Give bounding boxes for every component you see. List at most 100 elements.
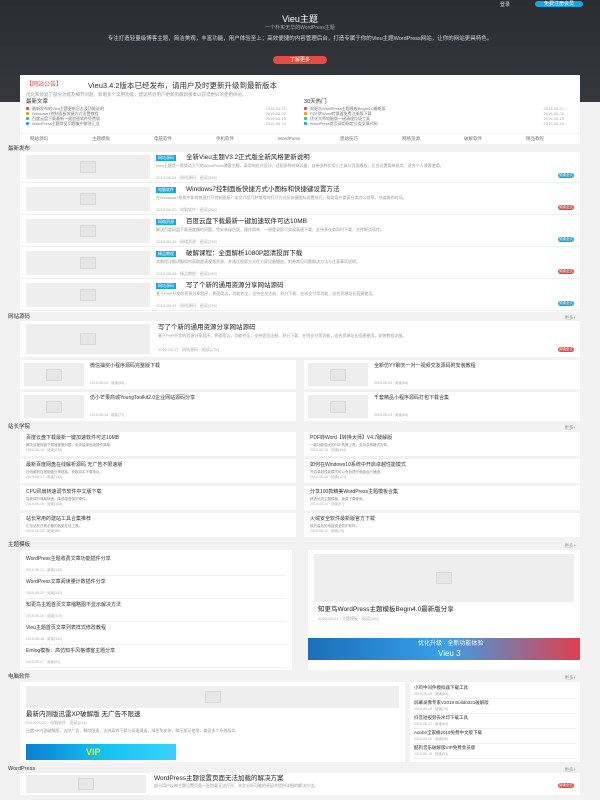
tips-more-link[interactable]: 更多+ (564, 425, 576, 431)
article-title[interactable]: Windows7控制面板快捷方式小图标和快捷键设置方法 (186, 186, 339, 194)
list-item-title[interactable]: 抖音短视频去水印下载工具 (414, 715, 576, 720)
login-link[interactable]: 登录 (500, 2, 510, 8)
read-more-button[interactable]: 阅读全文 (558, 237, 574, 242)
register-button[interactable]: 免费注册会员 (535, 1, 583, 7)
category-link[interactable]: 电脑软件 (154, 136, 172, 142)
list-card-title[interactable]: 百度云盘下载最新一键加速软件可达10MB (26, 435, 290, 441)
list-card[interactable]: 全新仿YY聊天一对一视频交友源码附安装教程 2019-05-15 · 阅读(86) (304, 360, 580, 389)
learn-more-button[interactable]: 了解更多 (273, 56, 327, 64)
source-featured-read-more[interactable]: 阅读全文 (558, 347, 574, 352)
notice-list-item[interactable]: WordPress主题常见问题集中解答汇总 2019-05-18 (26, 121, 296, 126)
list-item[interactable]: 酷狗音乐破解版VIP免费会员版 2019-05-15 · 阅读(51) (414, 744, 576, 759)
read-more-button[interactable]: 阅读全文 (558, 173, 574, 178)
list-item[interactable]: 小鸡中间件模拟器下载工具 2019-05-19 · 阅读(88) (414, 684, 576, 699)
list-card[interactable]: 最新百度网盘在线解析源码 无广告不限速版 在线解析百度网盘分享链接，获取真实下载地… (20, 459, 296, 483)
list-card[interactable]: CPU风扇转速调节软件中文版下载 智能调节风扇转速，降低噪音保护硬件。 2019-0… (20, 486, 296, 510)
source-featured[interactable]: 写了个新的通用资源分享网站源码 基于PHP开发的资源分享程序，界面简洁，功能齐全… (20, 321, 580, 357)
category-link[interactable]: 精品教程 (526, 136, 544, 142)
list-item-title[interactable]: Vieu主题首页文章列表样式修改教程 (26, 625, 286, 631)
list-card[interactable]: 分享100款精美WordPress主题模板合集 精选优质主题模板，免费下载使用。 2… (304, 486, 580, 510)
list-item-meta: 2019-05-19 · 阅读(119) (26, 614, 62, 618)
article-card[interactable]: 网站源码 全新Vieu主题V3.2正式版全新风格更新说明 Vieu主题是一款简洁大气… (20, 152, 580, 183)
list-card-title[interactable]: 分享100款精美WordPress主题模板合集 (310, 489, 574, 495)
list-card[interactable]: 微信抽奖小程序源码完整版下载 2019-05-16 · 阅读(98) (20, 360, 296, 389)
notice-item-text[interactable]: WordPress首页调用指定分类文章代码 (310, 121, 378, 126)
list-item[interactable]: Emlog模板：高仿知乎风格博客主题分享 2019-05-17 · 阅读(90) (26, 646, 286, 668)
article-category-badge[interactable]: 网站源码 (156, 283, 176, 289)
list-card-title[interactable]: 千套精品小程序源码打包下载合集 (374, 395, 574, 401)
list-item-title[interactable]: WordPress文章阅读量计数插件分享 (26, 579, 286, 585)
source-featured-title[interactable]: 写了个新的通用资源分享网站源码 (158, 324, 256, 332)
list-card[interactable]: 火绒安全软件最新版官方下载 轻巧高效的电脑安全防护软件。 2019-05-12 · … (304, 513, 580, 537)
category-link[interactable]: 网络资源 (402, 136, 420, 142)
list-item[interactable]: WordPress主题收费文章功能插件分享 2019-05-21 · 阅读(143… (26, 554, 286, 576)
themes-promo-banner[interactable]: 优化升级 · 全新功能体验 Vieu 3 (308, 638, 580, 660)
list-item-title[interactable]: Adobe全家桶2019免费中文版下载 (414, 730, 576, 735)
article-category-badge[interactable]: 网络资源 (156, 219, 176, 225)
list-item-title[interactable]: Emlog模板：高仿知乎风格博客主题分享 (26, 648, 286, 654)
article-card[interactable]: 精品教程 破解课程：全面解析1080P超清投屏下载 本教程详细讲解如何获取超清视频资… (20, 248, 580, 279)
list-item[interactable]: WordPress文章阅读量计数插件分享 2019-05-20 · 阅读(131) (26, 577, 286, 599)
wordpress-more-link[interactable]: 更多+ (564, 767, 576, 773)
category-link[interactable]: 主题模板 (92, 136, 110, 142)
list-item[interactable]: 抖音短视频去水印下载工具 2019-05-17 · 阅读(69) (414, 714, 576, 729)
list-item-title[interactable]: 知更鸟主题首页文章缩略图不显示解决方法 (26, 602, 286, 608)
article-category-badge[interactable]: 电脑软件 (156, 187, 176, 193)
list-card-title[interactable]: 站长常用的建站工具合集推荐 (26, 516, 290, 522)
list-card-title[interactable]: 如何在Windows10系统中开启卓越性能模式 (310, 462, 574, 468)
article-category-badge[interactable]: 网站源码 (156, 155, 176, 161)
themes-featured[interactable]: 知更鸟WordPress主题模板Begin4.0最新版分享 2019-05-21… (308, 550, 580, 670)
category-link[interactable]: WordPress (278, 136, 300, 142)
read-more-button[interactable]: 阅读全文 (558, 205, 574, 210)
list-item[interactable]: 知更鸟主题首页文章缩略图不显示解决方法 2019-05-19 · 阅读(119) (26, 600, 286, 622)
wordpress-featured-read-more[interactable]: 阅读全文 (558, 783, 574, 788)
list-item-title[interactable]: 酷狗音乐破解版VIP免费会员版 (414, 745, 576, 750)
themes-more-link[interactable]: 更多+ (564, 543, 576, 549)
read-more-button[interactable]: 阅读全文 (558, 301, 574, 306)
list-card-title[interactable]: 最新百度网盘在线解析源码 无广告不限速版 (26, 462, 290, 468)
article-title[interactable]: 破解课程：全面解析1080P超清投屏下载 (186, 250, 302, 258)
list-item[interactable]: 屏幕录像专家V2019 Build0321破解版 2019-05-18 · 阅读(… (414, 699, 576, 714)
software-ad-banner[interactable]: VIP (26, 744, 176, 760)
list-item-title[interactable]: 屏幕录像专家V2019 Build0321破解版 (414, 700, 576, 705)
software-featured-title[interactable]: 最新内测版迅雷XP破解版 无广告不限速 (26, 711, 140, 719)
category-link[interactable]: 破解软件 (464, 136, 482, 142)
notice-list-item[interactable]: WordPress首页调用指定分类文章代码 2019-05-18 (304, 121, 574, 126)
article-title[interactable]: 全新Vieu主题V3.2正式版全新风格更新说明 (186, 154, 310, 162)
read-more-button[interactable]: 阅读全文 (558, 269, 574, 274)
notice-headline[interactable]: Vieu3.4.2版本已经发布，请用户及时更新升级到最新版本 (88, 81, 277, 90)
list-item[interactable]: Vieu主题首页文章列表样式修改教程 2019-05-18 · 阅读(102) (26, 623, 286, 645)
list-card-title[interactable]: PDF转Word【转换大师】V4.7破解版 (310, 435, 574, 441)
source-more-link[interactable]: 更多+ (564, 315, 576, 321)
list-card[interactable]: 站长常用的建站工具合集推荐 汇总站长日常必备的各类在线工具。 2019-05-13 … (20, 513, 296, 537)
list-card-title[interactable]: 微信抽奖小程序源码完整版下载 (90, 363, 290, 369)
software-more-link[interactable]: 更多+ (564, 675, 576, 681)
list-item-title[interactable]: WordPress主题收费文章功能插件分享 (26, 556, 286, 562)
list-card-title[interactable]: 仿小芒果商城YoungToolkit2.0企业网站源码分享 (90, 395, 290, 401)
article-card[interactable]: 网络资源 百度云盘下载最新一键加速软件可达10MB 解决百度网盘下载速度慢的问题，免… (20, 216, 580, 247)
list-card[interactable]: 千套精品小程序源码打包下载合集 2019-05-13 · 阅读(65) (304, 392, 580, 421)
themes-featured-title[interactable]: 知更鸟WordPress主题模板Begin4.0最新版分享 (318, 606, 454, 614)
list-card[interactable]: 仿小芒果商城YoungToolkit2.0企业网站源码分享 2019-05-14 … (20, 392, 296, 421)
list-card[interactable]: PDF转Word【转换大师】V4.7破解版 一款功能强大的PDF转换工具，支持多种… (304, 432, 580, 456)
category-link[interactable]: 建站技巧 (340, 136, 358, 142)
notice-item-text[interactable]: WordPress主题常见问题集中解答汇总 (32, 121, 100, 126)
article-card[interactable]: 电脑软件 Windows7控制面板快捷方式小图标和快捷键设置方法 在Windows7… (20, 184, 580, 215)
article-category-badge[interactable]: 精品教程 (156, 251, 176, 257)
wordpress-featured[interactable]: WordPress主题设置页面无法加载的解决方案 部分用户反映主题设置页面一直加… (20, 773, 580, 795)
list-item[interactable]: Adobe全家桶2019免费中文版下载 2019-05-16 · 阅读(58) (414, 729, 576, 744)
list-item-title[interactable]: 小鸡中间件模拟器下载工具 (414, 685, 576, 690)
category-link[interactable]: 手机软件 (216, 136, 234, 142)
software-featured[interactable]: 最新内测版迅雷XP破解版 无广告不限速 2019-05-20 · 电脑软件 · … (20, 682, 405, 762)
list-card-title[interactable]: CPU风扇转速调节软件中文版下载 (26, 489, 290, 495)
list-card[interactable]: 如何在Windows10系统中开启卓越性能模式 开启卓越性能模式可以有效提升电脑运… (304, 459, 580, 483)
list-card-title[interactable]: 火绒安全软件最新版官方下载 (310, 516, 574, 522)
list-card[interactable]: 百度云盘下载最新一键加速软件可达10MB 解决百度网盘下载速度慢问题，免安装绿色版… (20, 432, 296, 456)
article-title[interactable]: 百度云盘下载最新一键加速软件可达10MB (186, 218, 307, 226)
themes-list: WordPress主题收费文章功能插件分享 2019-05-21 · 阅读(143… (20, 550, 292, 670)
article-card[interactable]: 网站源码 写了个新的通用资源分享网站源码 基于PHP开发的资源分享程序，界面简洁，功… (20, 280, 580, 311)
wordpress-featured-title[interactable]: WordPress主题设置页面无法加载的解决方案 (154, 775, 284, 783)
category-link[interactable]: 网站源码 (30, 136, 48, 142)
article-title[interactable]: 写了个新的通用资源分享网站源码 (186, 282, 284, 290)
list-card-title[interactable]: 全新仿YY聊天一对一视频交友源码附安装教程 (374, 363, 574, 369)
